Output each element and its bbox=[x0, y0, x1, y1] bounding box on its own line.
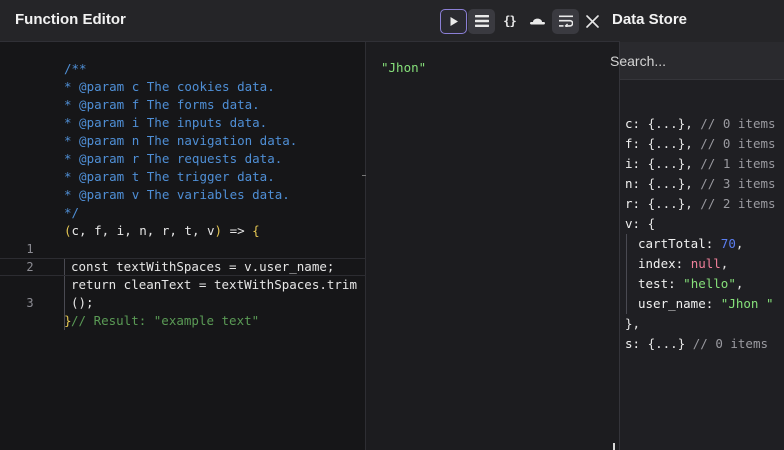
close-icon bbox=[585, 14, 599, 28]
tree-comment: // 0 items bbox=[692, 136, 776, 151]
tree-value: {...} bbox=[640, 336, 686, 351]
tree-key: v: bbox=[625, 216, 641, 231]
store-header: Data Store bbox=[612, 0, 784, 42]
tree-key: f: bbox=[625, 136, 641, 151]
tree-value: {...}, bbox=[640, 116, 693, 131]
code-editor[interactable]: /** * @param c The cookies data. * @para… bbox=[0, 42, 366, 450]
tree-row-user-name[interactable]: user_name: "Jhon " bbox=[633, 294, 784, 314]
resize-handle[interactable] bbox=[613, 443, 615, 450]
tree-key: c: bbox=[625, 116, 641, 131]
code-line: * @param i The inputs data. bbox=[0, 96, 366, 130]
code-line: /** bbox=[0, 42, 366, 76]
tree-comment: // 3 items bbox=[692, 176, 776, 191]
code-line: (c, f, i, n, r, t, v) => { bbox=[0, 204, 366, 238]
tree-value: 70 bbox=[720, 236, 736, 251]
search-input[interactable] bbox=[610, 51, 780, 71]
tree-key: s: bbox=[625, 336, 641, 351]
editor-toolbar: {} bbox=[440, 8, 580, 34]
tree-row-s[interactable]: s: {...} // 0 items bbox=[625, 334, 784, 354]
tree-value: {...}, bbox=[640, 196, 693, 211]
tree-key: n: bbox=[625, 176, 641, 191]
hat-icon bbox=[530, 18, 545, 25]
app-root: Function Editor {} /** * @param c The co… bbox=[0, 0, 784, 450]
code-line: * @param f The forms data. bbox=[0, 78, 366, 112]
close-brace: } bbox=[64, 313, 72, 328]
function-editor-panel: Function Editor {} /** * @param c The co… bbox=[0, 0, 620, 450]
theme-button[interactable] bbox=[524, 9, 551, 34]
tree-key: i: bbox=[625, 156, 641, 171]
tree-comment: // 0 items bbox=[692, 116, 776, 131]
tree-comment: // 1 items bbox=[692, 156, 776, 171]
list-icon bbox=[474, 15, 489, 27]
code-line: 2 return cleanText = textWithSpaces.trim bbox=[0, 240, 366, 294]
code-line: * @param n The navigation data. bbox=[0, 114, 366, 148]
output-panel: "Jhon" bbox=[367, 42, 619, 450]
editor-header: Function Editor {} bbox=[0, 0, 620, 42]
code-line: 3 // Result: "example text" bbox=[0, 276, 366, 330]
tree-children-v: cartTotal: 70, index: null, test: "hello… bbox=[626, 234, 784, 314]
code-text: // Result: "example text" bbox=[64, 312, 259, 330]
tree-comment: // 0 items bbox=[685, 336, 769, 351]
store-title: Data Store bbox=[612, 11, 688, 28]
tree-key: index: bbox=[638, 256, 684, 271]
format-button[interactable]: {} bbox=[496, 9, 523, 34]
tree-row-index[interactable]: index: null, bbox=[633, 254, 784, 274]
tree-suffix: , bbox=[735, 276, 744, 291]
tree-suffix: , bbox=[735, 236, 744, 251]
play-icon bbox=[450, 16, 458, 26]
tree-row-f[interactable]: f: {...}, // 0 items bbox=[625, 134, 784, 154]
data-store-panel: Data Store c: {...}, // 0 items f: {...}… bbox=[610, 0, 784, 450]
code-line: */ bbox=[0, 186, 366, 220]
tree-value: "hello" bbox=[683, 276, 736, 291]
tree-open-brace: { bbox=[640, 216, 656, 231]
output-value: "Jhon" bbox=[381, 60, 427, 75]
braces-icon: {} bbox=[503, 14, 516, 28]
tree-value: "Jhon " bbox=[720, 296, 774, 311]
tree-row-cartTotal[interactable]: cartTotal: 70, bbox=[633, 234, 784, 254]
store-search bbox=[610, 42, 784, 80]
code-line-active: (); bbox=[0, 258, 366, 312]
data-tree: c: {...}, // 0 items f: {...}, // 0 item… bbox=[625, 114, 784, 354]
tree-comment: // 2 items bbox=[692, 196, 776, 211]
code-line: 1 const textWithSpaces = v.user_name; bbox=[0, 222, 366, 276]
tree-key: cartTotal: bbox=[638, 236, 714, 251]
tree-row-r[interactable]: r: {...}, // 2 items bbox=[625, 194, 784, 214]
tree-close-brace: }, bbox=[625, 316, 641, 331]
tree-value: {...}, bbox=[640, 136, 693, 151]
tree-key: r: bbox=[625, 196, 641, 211]
wrap-icon bbox=[558, 15, 573, 27]
tree-row-i[interactable]: i: {...}, // 1 items bbox=[625, 154, 784, 174]
tree-value: {...}, bbox=[640, 156, 693, 171]
tree-value: {...}, bbox=[640, 176, 693, 191]
tree-row-test[interactable]: test: "hello", bbox=[633, 274, 784, 294]
split-marker bbox=[362, 175, 366, 176]
tree-suffix: , bbox=[720, 256, 729, 271]
code-line: * @param r The requests data. bbox=[0, 132, 366, 166]
code-line: * @param t The trigger data. bbox=[0, 150, 366, 184]
list-view-button[interactable] bbox=[468, 8, 495, 34]
wrap-button[interactable] bbox=[552, 8, 579, 34]
run-button[interactable] bbox=[440, 8, 467, 34]
tree-key: test: bbox=[638, 276, 676, 291]
tree-value: null bbox=[690, 256, 721, 271]
editor-title: Function Editor bbox=[15, 11, 126, 28]
code-line: * @param c The cookies data. bbox=[0, 60, 366, 94]
tree-row-c[interactable]: c: {...}, // 0 items bbox=[625, 114, 784, 134]
active-line-highlight bbox=[0, 258, 366, 276]
code-line: } bbox=[0, 294, 366, 328]
tree-key: user_name: bbox=[638, 296, 714, 311]
code-line: * @param v The variables data. bbox=[0, 168, 366, 202]
close-button[interactable] bbox=[581, 10, 603, 32]
tree-row-n[interactable]: n: {...}, // 3 items bbox=[625, 174, 784, 194]
tree-row-v[interactable]: v: { bbox=[625, 214, 784, 234]
